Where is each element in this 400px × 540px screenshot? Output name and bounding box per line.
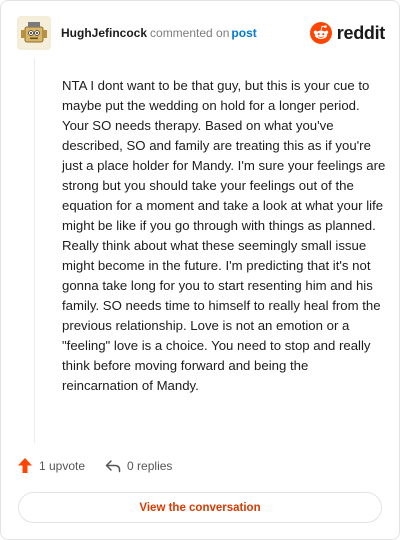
reply-count: 0 replies bbox=[127, 458, 173, 473]
post-link[interactable]: post bbox=[231, 26, 256, 40]
upvote-button[interactable]: 1 upvote bbox=[17, 457, 85, 474]
commented-on-label: commented on bbox=[150, 26, 230, 40]
reddit-wordmark: reddit bbox=[336, 22, 386, 43]
snoo-avatar-icon bbox=[19, 18, 49, 48]
upvote-count: 1 upvote bbox=[39, 458, 86, 473]
upvote-arrow-icon bbox=[18, 458, 32, 473]
reddit-brand[interactable]: reddit bbox=[309, 22, 386, 44]
username-link[interactable]: HughJefincock bbox=[61, 26, 147, 40]
comment-body: NTA I dont want to be that guy, but this… bbox=[62, 78, 386, 393]
comment-card: HughJefincock commented on post reddit NTA… bbox=[0, 0, 400, 540]
view-conversation-button[interactable]: View the conversation bbox=[18, 492, 382, 523]
comment-actions: 1 upvote 0 replies bbox=[17, 457, 172, 474]
comment-header: HughJefincock commented on post reddit bbox=[17, 15, 385, 51]
thread-line bbox=[34, 59, 35, 443]
user-avatar[interactable] bbox=[17, 16, 51, 50]
comment-byline: HughJefincock commented on post bbox=[61, 25, 257, 41]
reply-button[interactable]: 0 replies bbox=[105, 459, 172, 473]
reply-arrow-icon bbox=[105, 459, 121, 472]
reddit-logo-icon bbox=[309, 22, 332, 44]
